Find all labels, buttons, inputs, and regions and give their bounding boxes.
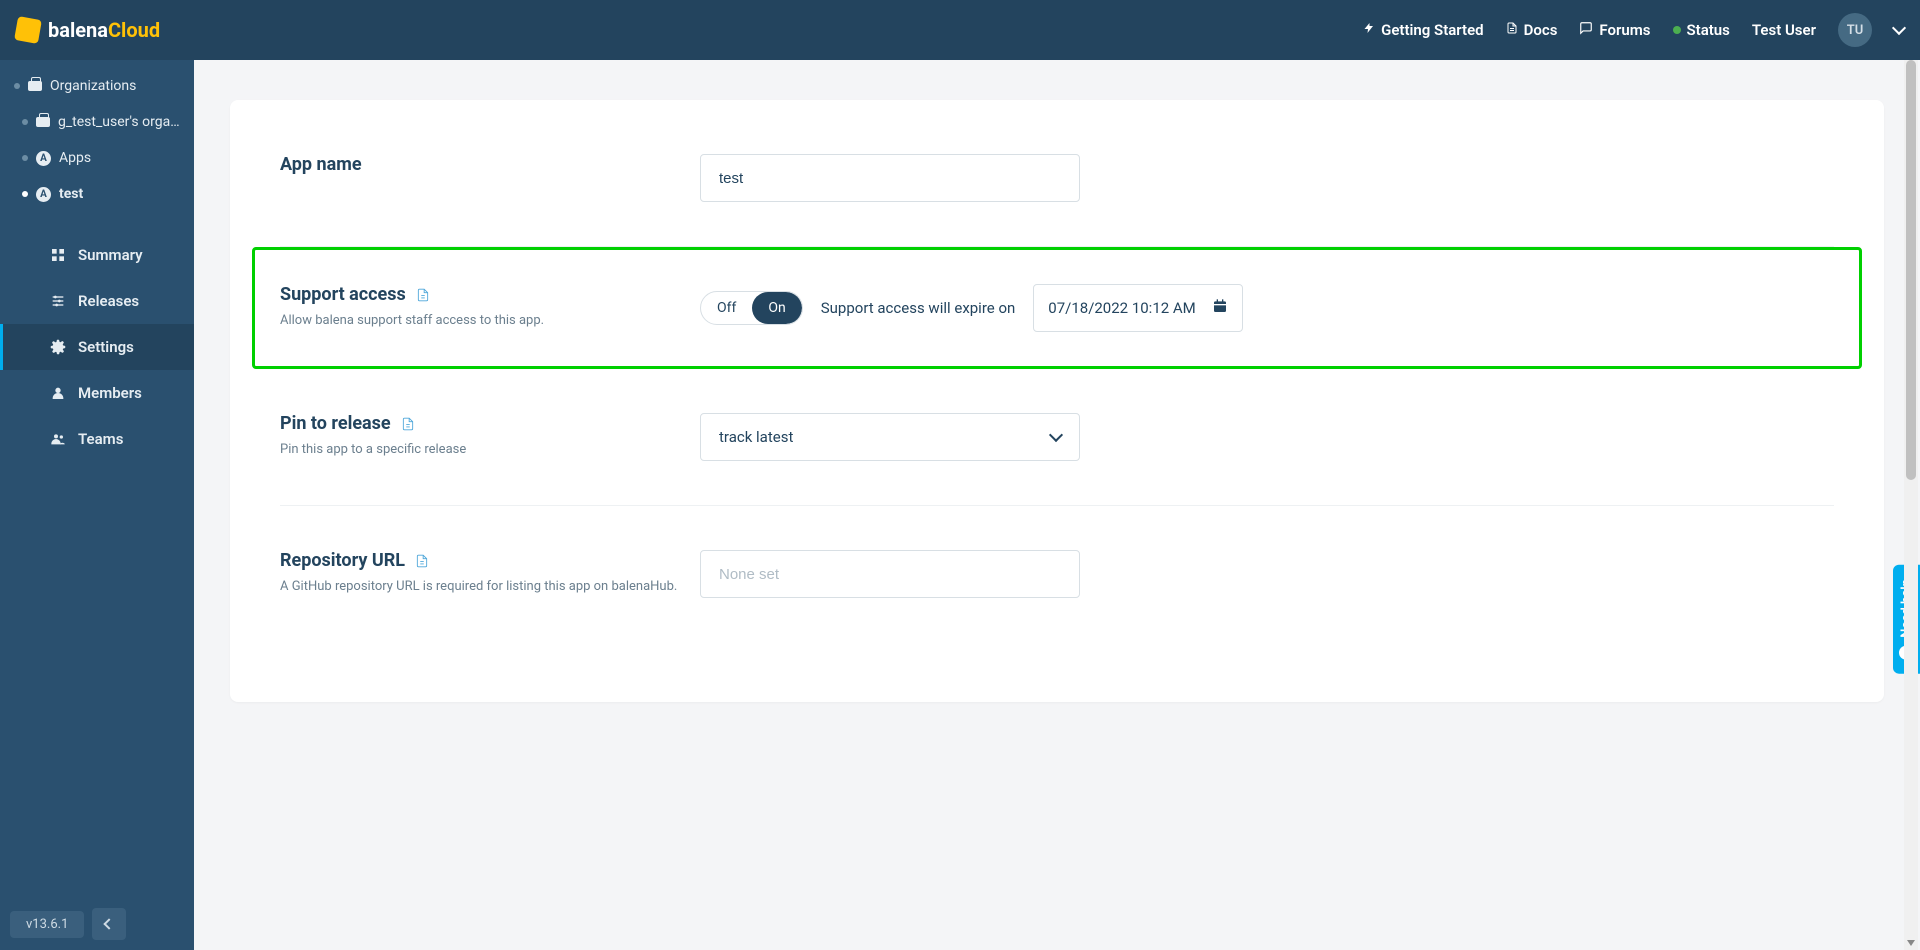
chevron-down-icon xyxy=(1049,428,1063,442)
people-icon xyxy=(50,431,66,447)
chevron-down-icon xyxy=(1892,21,1906,35)
setting-desc: Allow balena support staff access to thi… xyxy=(280,313,700,328)
setting-desc: Pin this app to a specific release xyxy=(280,442,700,457)
setting-title: Pin to release xyxy=(280,413,391,434)
breadcrumb-org-item[interactable]: g_test_user's orga… xyxy=(0,104,194,140)
scroll-down-arrow-icon[interactable] xyxy=(1907,940,1915,946)
briefcase-icon xyxy=(36,117,50,127)
setting-repo-url: Repository URL A GitHub repository URL i… xyxy=(280,506,1834,642)
pin-release-select[interactable]: track latest xyxy=(700,413,1080,461)
gear-icon xyxy=(50,339,66,355)
sidebar-item-label: Releases xyxy=(78,292,139,310)
chevron-left-icon xyxy=(104,918,115,929)
sidebar-item-label: Members xyxy=(78,384,142,402)
app-name-input[interactable] xyxy=(700,154,1080,202)
version-chip: v13.6.1 xyxy=(10,911,84,938)
setting-title: Repository URL xyxy=(280,550,405,571)
collapse-sidebar-button[interactable] xyxy=(92,908,126,940)
brand-name-right: Cloud xyxy=(108,18,160,42)
doc-link-icon[interactable] xyxy=(401,417,415,431)
breadcrumb-current-app[interactable]: A test xyxy=(0,176,194,212)
tree-dot-icon xyxy=(22,155,28,161)
breadcrumb-apps[interactable]: A Apps xyxy=(0,140,194,176)
setting-title: App name xyxy=(280,154,700,175)
vertical-scrollbar[interactable] xyxy=(1904,60,1918,950)
setting-desc: A GitHub repository URL is required for … xyxy=(280,579,700,594)
sidebar-item-releases[interactable]: Releases xyxy=(0,278,194,324)
setting-title: Support access xyxy=(280,284,406,305)
setting-app-name: App name xyxy=(280,124,1834,247)
expire-date-input[interactable]: 07/18/2022 10:12 AM xyxy=(1033,284,1243,332)
briefcase-icon xyxy=(28,81,42,91)
support-access-toggle[interactable]: Off On xyxy=(700,291,803,325)
releases-icon xyxy=(50,293,66,309)
nav-forums[interactable]: Forums xyxy=(1579,21,1650,39)
breadcrumb-organizations[interactable]: Organizations xyxy=(0,68,194,104)
calendar-icon xyxy=(1212,298,1228,318)
top-bar: balena Cloud Getting Started Docs xyxy=(0,0,1920,60)
document-icon xyxy=(1506,21,1518,39)
sidebar-item-label: Summary xyxy=(78,246,143,264)
highlighted-region: Support access Allow balena support staf… xyxy=(252,247,1862,369)
avatar[interactable]: TU xyxy=(1838,13,1872,47)
sidebar-item-label: Settings xyxy=(78,338,134,356)
toggle-off[interactable]: Off xyxy=(701,292,752,324)
person-icon xyxy=(50,385,66,401)
logo-cube-icon xyxy=(14,16,42,44)
setting-pin-release: Pin to release Pin this app to a specifi… xyxy=(280,369,1834,506)
sidebar-item-settings[interactable]: Settings xyxy=(0,324,194,370)
dashboard-icon xyxy=(50,247,66,263)
main-content: App name Support access xyxy=(194,60,1920,950)
doc-link-icon[interactable] xyxy=(416,288,430,302)
user-menu-chevron[interactable] xyxy=(1894,27,1904,33)
toggle-on[interactable]: On xyxy=(752,292,801,324)
sidebar: Organizations g_test_user's orga… A Apps… xyxy=(0,60,194,950)
top-nav: Getting Started Docs Forums Status Test … xyxy=(1363,13,1904,47)
nav-user-name[interactable]: Test User xyxy=(1752,21,1816,39)
sidebar-item-teams[interactable]: Teams xyxy=(0,416,194,462)
chat-icon xyxy=(1579,21,1593,39)
tree-dot-icon xyxy=(22,119,28,125)
tree-dot-icon xyxy=(22,191,28,197)
brand-name-left: balena xyxy=(48,18,108,42)
nav-getting-started[interactable]: Getting Started xyxy=(1363,21,1483,39)
nav-status[interactable]: Status xyxy=(1673,21,1730,39)
doc-link-icon[interactable] xyxy=(415,554,429,568)
sidebar-item-label: Teams xyxy=(78,430,123,448)
expire-label: Support access will expire on xyxy=(821,299,1016,317)
brand-logo[interactable]: balena Cloud xyxy=(16,18,160,42)
scrollbar-thumb[interactable] xyxy=(1906,60,1916,480)
repo-url-input[interactable] xyxy=(700,550,1080,598)
sidebar-item-members[interactable]: Members xyxy=(0,370,194,416)
app-badge-icon: A xyxy=(36,151,51,166)
lightning-icon xyxy=(1363,21,1375,39)
sidebar-item-summary[interactable]: Summary xyxy=(0,232,194,278)
setting-support-access: Support access Allow balena support staf… xyxy=(280,250,1834,366)
status-dot-icon xyxy=(1673,26,1681,34)
tree-dot-icon xyxy=(14,83,20,89)
app-badge-icon: A xyxy=(36,187,51,202)
nav-docs[interactable]: Docs xyxy=(1506,21,1558,39)
